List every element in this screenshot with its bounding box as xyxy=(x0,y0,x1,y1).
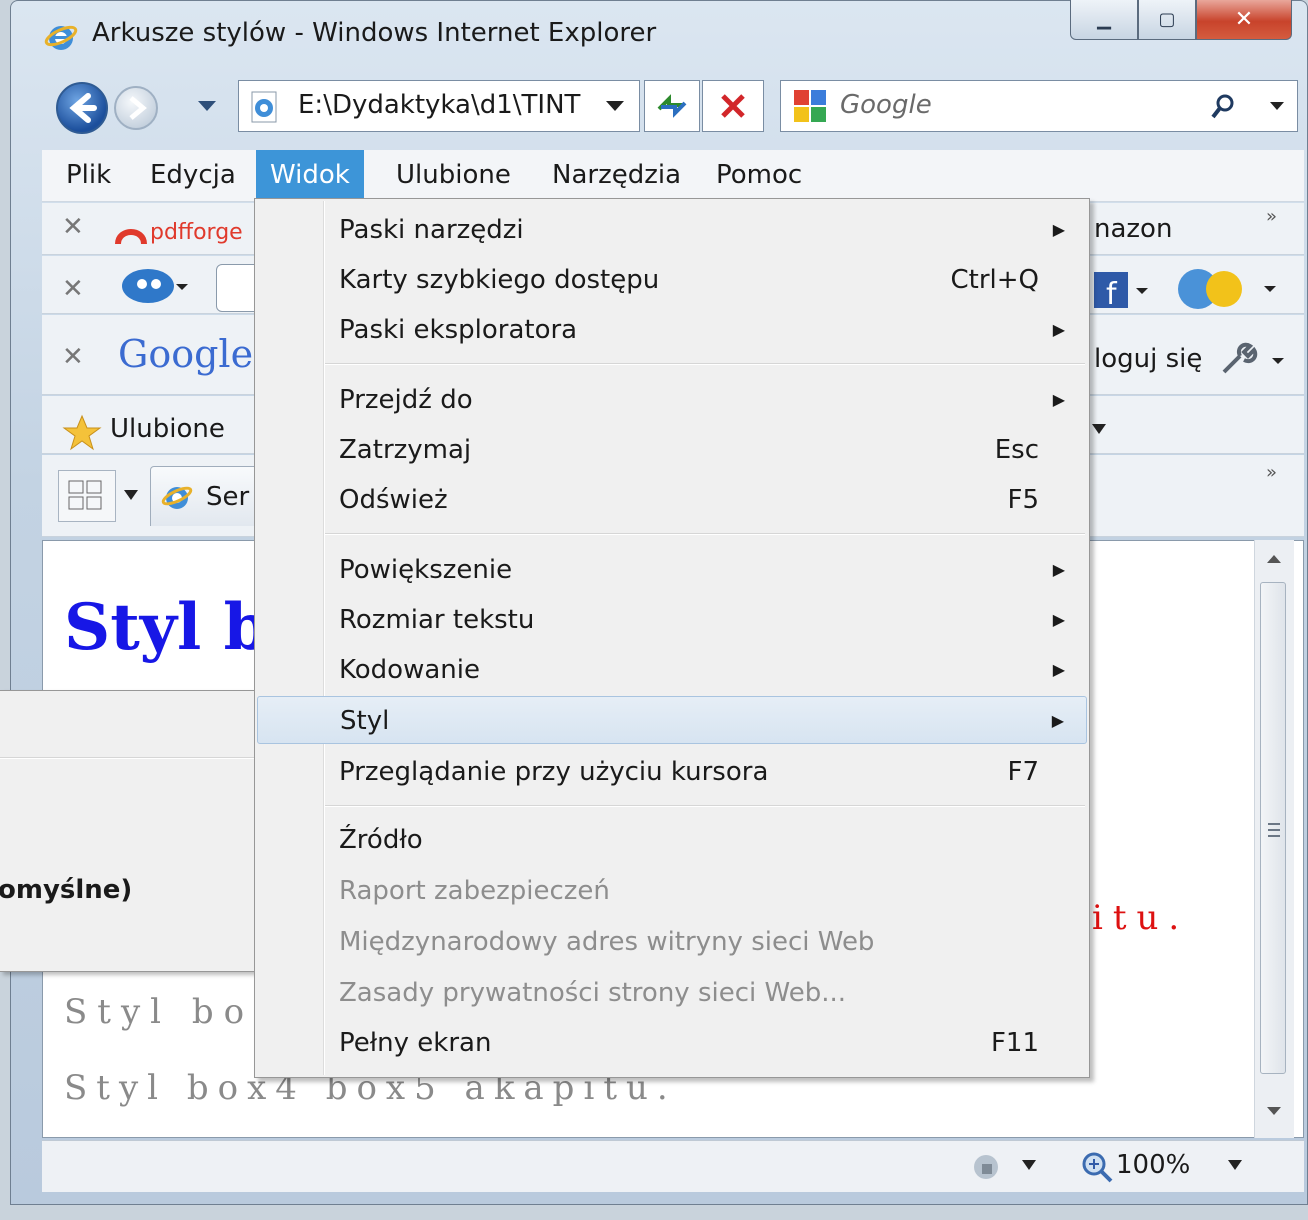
stop-button[interactable] xyxy=(702,80,764,132)
wrench-icon[interactable] xyxy=(1218,340,1288,380)
forward-button[interactable] xyxy=(114,86,158,130)
submenu-arrow-icon: ▶ xyxy=(1052,610,1065,629)
menu-item-security-report: Raport zabezpieczeń xyxy=(339,876,610,906)
menu-item-stop[interactable]: Zatrzymaj Esc xyxy=(257,426,1087,474)
menu-item-source[interactable]: Źródło xyxy=(257,816,1087,864)
submenu-arrow-icon: ▶ xyxy=(1052,560,1065,579)
tab-favicon-icon xyxy=(161,486,193,509)
submenu-arrow-icon: ▶ xyxy=(1052,220,1065,239)
quick-tabs-button[interactable] xyxy=(58,470,116,522)
address-dropdown-icon[interactable] xyxy=(604,98,626,114)
close-toolbar-icon[interactable]: ✕ xyxy=(62,212,84,242)
stop-icon xyxy=(721,94,745,118)
menu-narzedzia[interactable]: Narzędzia xyxy=(538,150,695,200)
window-title: Arkusze stylów - Windows Internet Explor… xyxy=(92,18,657,48)
page-heading: Styl b xyxy=(64,590,269,665)
menu-plik[interactable]: Plik xyxy=(52,150,125,200)
submenu-arrow-icon: ▶ xyxy=(1052,320,1065,339)
submenu-arrow-icon: ▶ xyxy=(1052,390,1065,409)
menu-item-refresh[interactable]: Odśwież F5 xyxy=(257,476,1087,524)
menu-item-go-to[interactable]: Przejdź do ▶ xyxy=(257,376,1087,424)
close-icon: ✕ xyxy=(1234,7,1254,32)
back-arrow-icon xyxy=(69,93,97,123)
menu-item-toolbars[interactable]: Paski narzędzi ▶ xyxy=(257,206,1087,254)
close-toolbar-icon[interactable]: ✕ xyxy=(62,274,84,304)
menu-item-encoding[interactable]: Kodowanie ▶ xyxy=(257,646,1087,694)
menu-item-international-address: Międzynarodowy adres witryny sieci Web xyxy=(339,927,875,957)
back-button[interactable] xyxy=(56,82,108,134)
quick-tabs-icon xyxy=(68,480,102,510)
submenu-arrow-icon: ▶ xyxy=(1052,660,1065,679)
close-button[interactable]: ✕ xyxy=(1196,0,1292,40)
menu-ulubione[interactable]: Ulubione xyxy=(382,150,525,200)
view-menu-dropdown: Paski narzędzi ▶ Karty szybkiego dostępu C… xyxy=(254,198,1090,1078)
scroll-down-icon[interactable] xyxy=(1264,1104,1284,1118)
facebook-icon[interactable]: f xyxy=(1092,270,1152,310)
menu-item-caret-browsing[interactable]: Przeglądanie przy użyciu kursora F7 xyxy=(257,748,1087,796)
menu-widok[interactable]: Widok xyxy=(256,150,364,200)
minimize-button[interactable]: ▁ xyxy=(1070,0,1138,40)
scroll-up-icon[interactable] xyxy=(1264,552,1284,566)
chat-addon-icon[interactable] xyxy=(118,266,188,306)
pdfforge-logo-icon xyxy=(115,229,147,245)
menu-item-full-screen[interactable]: Pełny ekran F11 xyxy=(257,1019,1087,1067)
refresh-button[interactable] xyxy=(644,80,700,132)
search-options-dropdown-icon[interactable] xyxy=(1268,100,1286,112)
page-icon xyxy=(251,91,277,123)
google-logo: Google xyxy=(118,332,254,376)
scroll-grip-icon xyxy=(1268,823,1280,837)
submenu-arrow-icon: ▶ xyxy=(1051,711,1064,730)
svg-text:f: f xyxy=(1106,277,1118,310)
search-placeholder: Google xyxy=(840,90,932,120)
menu-item-quick-tabs[interactable]: Karty szybkiego dostępu Ctrl+Q xyxy=(257,256,1087,304)
menu-separator xyxy=(0,757,254,759)
minimize-icon: ▁ xyxy=(1097,9,1111,30)
chevron-down-icon[interactable] xyxy=(1020,1158,1038,1172)
style-submenu: omyślne) xyxy=(0,690,258,972)
close-toolbar-icon[interactable]: ✕ xyxy=(62,342,84,372)
login-link[interactable]: loguj się xyxy=(1094,344,1202,374)
red-paragraph: itu. xyxy=(1092,898,1190,938)
zoom-level[interactable]: 100% xyxy=(1116,1150,1190,1180)
status-bar xyxy=(42,1140,1304,1192)
default-style-item[interactable]: omyślne) xyxy=(0,875,132,905)
protected-mode-icon[interactable] xyxy=(966,1150,1006,1184)
zoom-dropdown-icon[interactable] xyxy=(1226,1158,1244,1172)
chevron-more-icon[interactable]: » xyxy=(1266,206,1277,227)
search-icon[interactable] xyxy=(1208,92,1238,122)
maximize-button[interactable]: ▢ xyxy=(1138,0,1196,40)
refresh-icon xyxy=(657,94,687,118)
menu-item-privacy-policy: Zasady prywatności strony sieci Web... xyxy=(339,978,846,1008)
menu-pomoc[interactable]: Pomoc xyxy=(702,150,816,200)
menu-separator xyxy=(325,533,1085,535)
favorites-star-icon[interactable] xyxy=(62,414,102,452)
menu-separator xyxy=(325,363,1085,365)
address-text: E:\Dydaktyka\d1\TINT xyxy=(298,90,581,120)
tab-title: Ser xyxy=(206,482,250,512)
recent-pages-dropdown-icon[interactable] xyxy=(196,98,218,114)
maximize-icon: ▢ xyxy=(1158,9,1176,30)
internet-explorer-icon xyxy=(44,25,78,50)
forward-arrow-icon xyxy=(129,96,147,120)
google-search-provider-icon xyxy=(794,90,826,122)
chevron-more-icon[interactable]: » xyxy=(1266,462,1277,483)
chevron-down-icon[interactable] xyxy=(1090,422,1108,436)
emoticon-addon-icon[interactable] xyxy=(1172,266,1282,312)
favorites-label[interactable]: Ulubione xyxy=(110,414,225,444)
menu-item-zoom[interactable]: Powiększenie ▶ xyxy=(257,546,1087,594)
addon-input[interactable] xyxy=(216,264,256,312)
tab-list-dropdown-icon[interactable] xyxy=(122,488,140,502)
zoom-icon[interactable] xyxy=(1080,1150,1114,1184)
menu-separator xyxy=(325,805,1085,807)
menu-item-style[interactable]: Styl ▶ xyxy=(257,696,1087,744)
pdfforge-label: pdfforge xyxy=(150,220,243,245)
menu-edycja[interactable]: Edycja xyxy=(136,150,250,200)
amazon-label: nazon xyxy=(1094,214,1173,244)
menu-item-explorer-bars[interactable]: Paski eksploratora ▶ xyxy=(257,306,1087,354)
menu-item-text-size[interactable]: Rozmiar tekstu ▶ xyxy=(257,596,1087,644)
gray-paragraph-1: Styl bo xyxy=(64,992,255,1032)
